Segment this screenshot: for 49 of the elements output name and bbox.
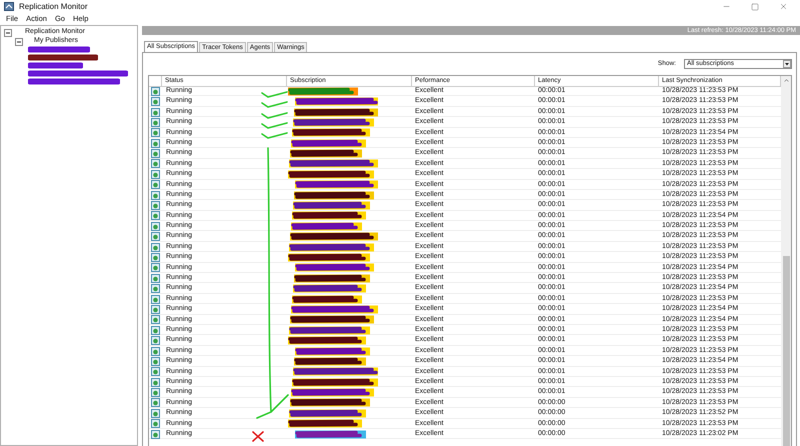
status-icon bbox=[151, 149, 160, 158]
scroll-thumb[interactable] bbox=[782, 256, 790, 446]
status-icon bbox=[151, 86, 160, 96]
status-icon bbox=[151, 294, 160, 304]
status-icon bbox=[151, 284, 160, 294]
status-icon bbox=[151, 315, 160, 324]
status-icon bbox=[151, 408, 160, 418]
maximize-icon[interactable] bbox=[751, 2, 759, 10]
status-icon bbox=[151, 378, 160, 387]
collapse-icon[interactable] bbox=[4, 28, 12, 36]
status-icon bbox=[151, 201, 160, 210]
status-icon bbox=[151, 159, 160, 168]
close-icon[interactable] bbox=[779, 2, 788, 11]
cross-mark bbox=[252, 431, 264, 442]
status-icon bbox=[151, 128, 160, 138]
status-icon bbox=[151, 253, 160, 262]
status-icon bbox=[151, 180, 160, 190]
status-icon bbox=[151, 336, 160, 346]
status-icon bbox=[151, 430, 160, 439]
status-icon bbox=[151, 419, 160, 428]
status-icon bbox=[151, 398, 160, 408]
status-icon bbox=[151, 211, 160, 220]
status-icon bbox=[151, 242, 160, 252]
status-icon bbox=[151, 346, 160, 356]
scrollbar[interactable] bbox=[781, 76, 791, 446]
collapse-icon[interactable] bbox=[15, 38, 23, 46]
check-mark bbox=[261, 101, 288, 108]
dropdown-arrow-icon bbox=[783, 60, 791, 68]
status-icon bbox=[151, 356, 160, 366]
status-icon bbox=[151, 274, 160, 283]
status-icon bbox=[151, 304, 160, 314]
status-icon bbox=[151, 232, 160, 242]
status-icon bbox=[151, 97, 160, 106]
check-mark bbox=[261, 122, 288, 129]
status-icon bbox=[151, 138, 160, 148]
status-icon bbox=[151, 326, 160, 335]
check-mark bbox=[261, 112, 288, 119]
status-icon bbox=[151, 388, 160, 398]
status-icon bbox=[151, 108, 160, 117]
status-icon bbox=[151, 367, 160, 376]
check-mark bbox=[261, 132, 288, 139]
status-icon bbox=[151, 222, 160, 231]
status-icon bbox=[151, 170, 160, 179]
status-icon bbox=[151, 118, 160, 127]
status-icon bbox=[151, 190, 160, 200]
status-icon bbox=[151, 263, 160, 272]
scroll-up-icon[interactable] bbox=[782, 77, 790, 84]
window-title: Replication Monitor bbox=[19, 0, 88, 12]
check-mark bbox=[261, 91, 288, 98]
